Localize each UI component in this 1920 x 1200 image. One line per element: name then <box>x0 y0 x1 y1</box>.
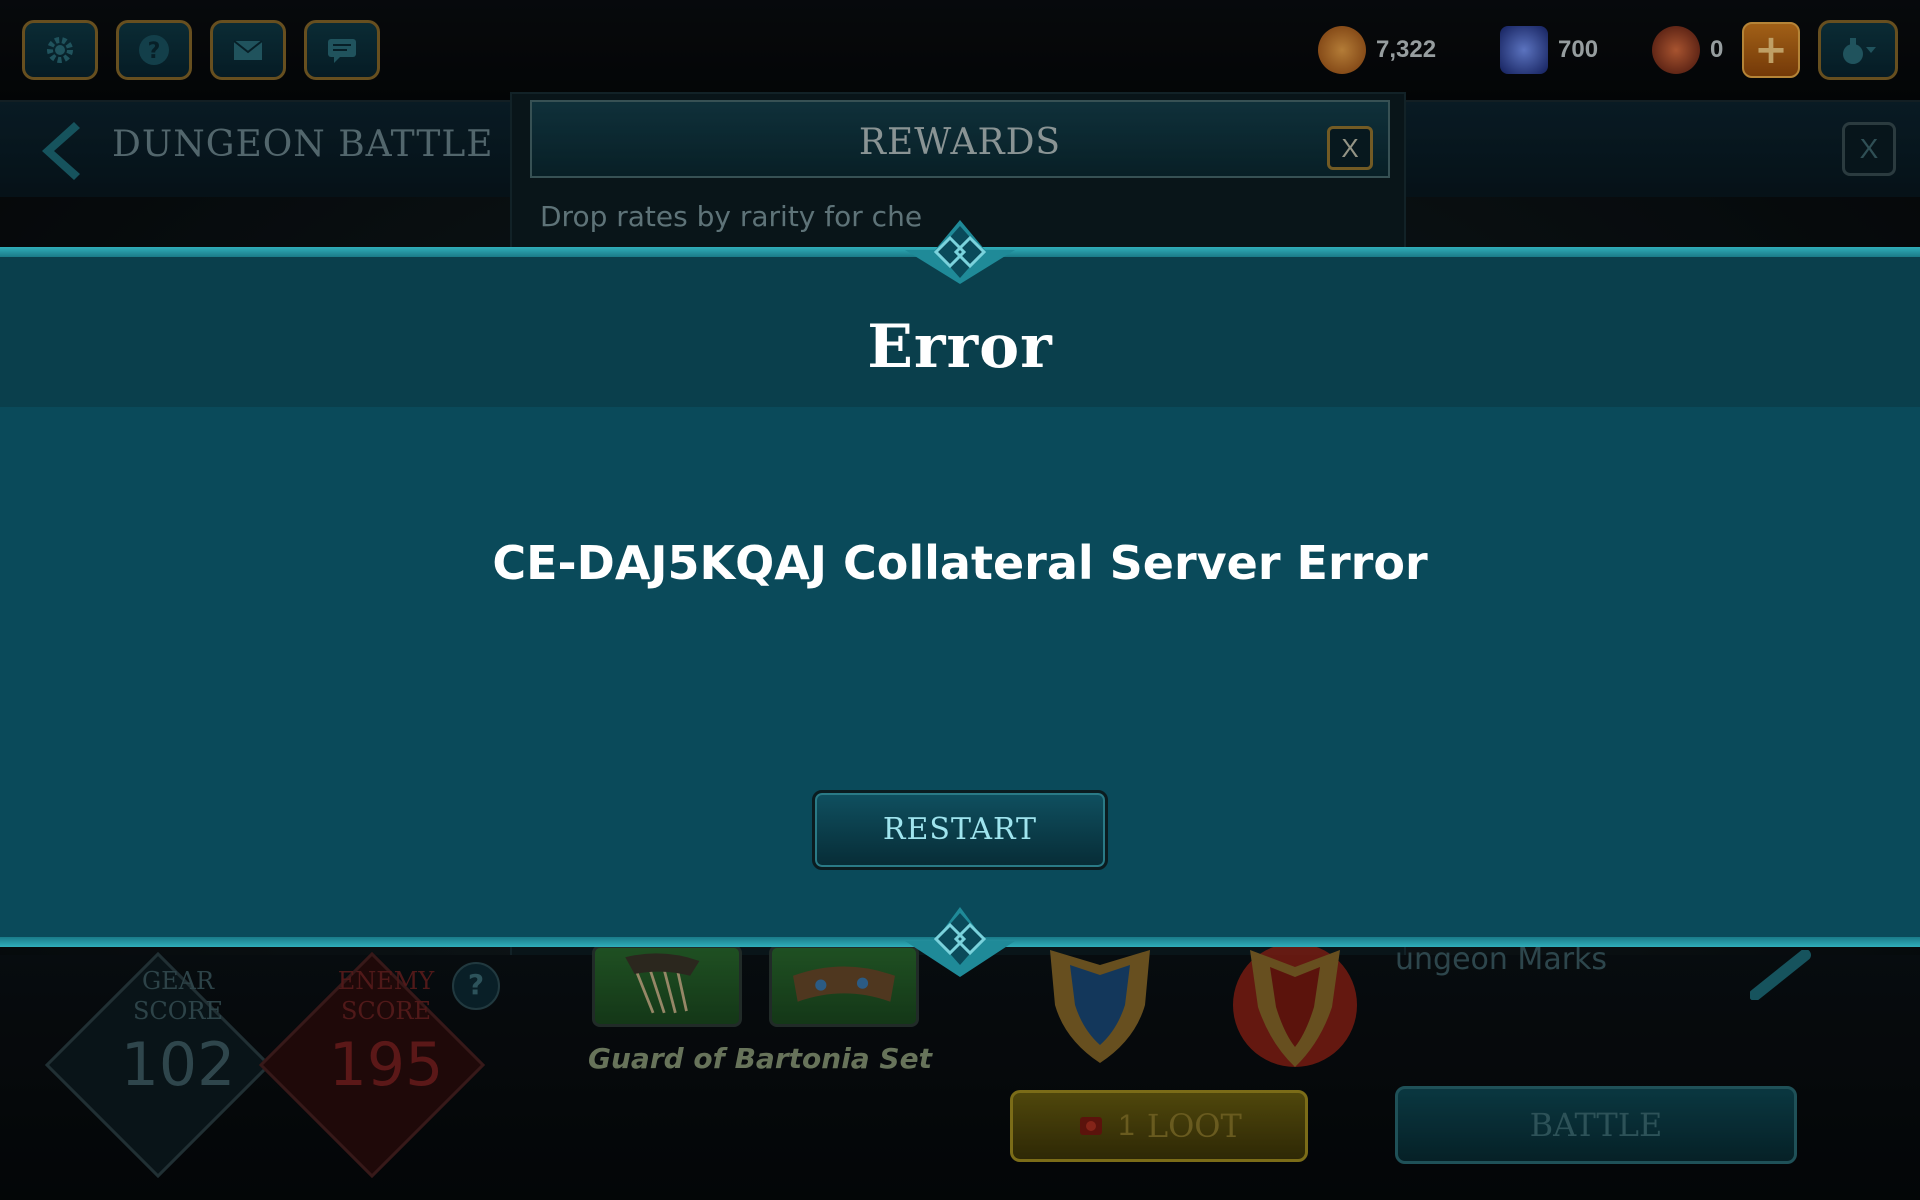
restart-button[interactable]: RESTART <box>812 790 1108 870</box>
diamond-ornament-icon <box>905 907 1015 977</box>
dialog-title: Error <box>867 312 1053 382</box>
error-message: CE-DAJ5KQAJ Collateral Server Error <box>492 536 1428 590</box>
diamond-ornament-icon <box>905 220 1015 284</box>
